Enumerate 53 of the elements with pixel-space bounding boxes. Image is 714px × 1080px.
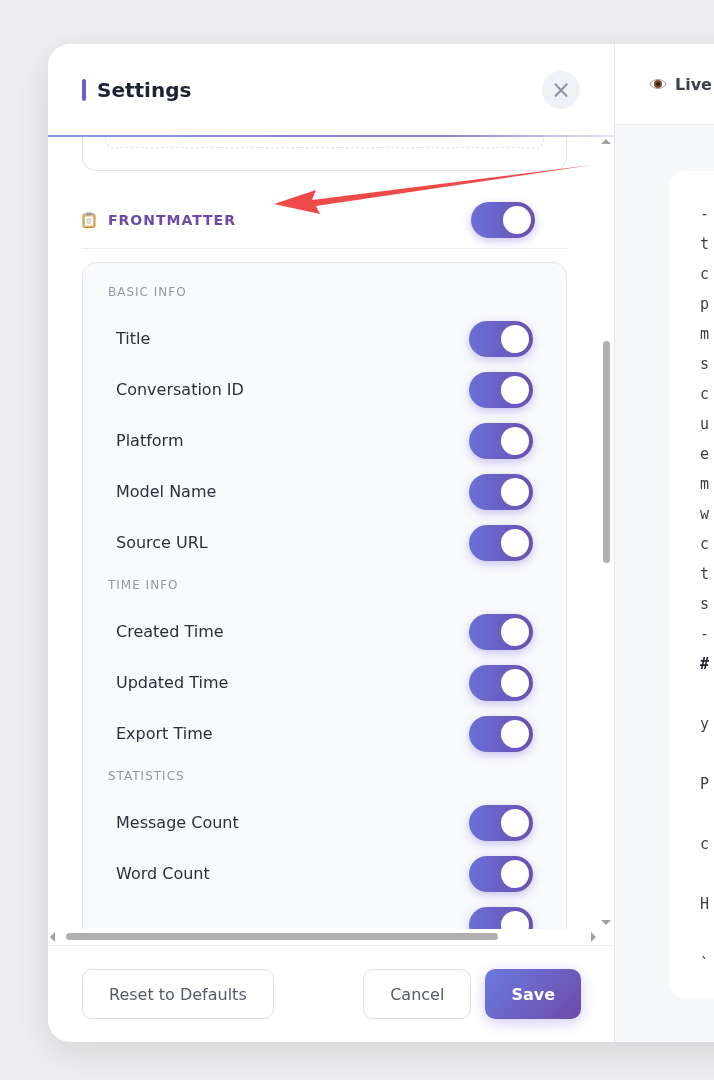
code-line: e: [700, 445, 710, 463]
code-line: H: [700, 895, 710, 913]
eye-icon: [649, 77, 667, 91]
group-label: TIME INFO: [108, 578, 180, 594]
code-line: s: [700, 355, 710, 373]
toggle-switch[interactable]: [469, 371, 533, 408]
toggle-switch[interactable]: [469, 422, 533, 459]
field-label: Title: [116, 329, 152, 348]
field-label: Word Count: [116, 864, 211, 883]
code-line: t: [700, 565, 710, 583]
toggle-switch[interactable]: [469, 804, 533, 841]
code-line: t: [700, 235, 710, 253]
toggle-switch[interactable]: [469, 664, 533, 701]
code-line: -: [700, 205, 710, 223]
field-label: Model Name: [116, 482, 218, 501]
clipboard-icon: [82, 211, 96, 228]
field-label: Updated Time: [116, 673, 230, 692]
code-line: s: [700, 595, 710, 613]
code-line: m: [700, 475, 710, 493]
code-line: y: [700, 715, 710, 733]
dialog-title: Settings: [97, 77, 193, 102]
toggle-switch[interactable]: [469, 855, 533, 892]
field-label: Export Time: [116, 724, 214, 743]
group-label: STATISTICS: [108, 769, 186, 785]
toggle-switch[interactable]: [469, 715, 533, 752]
field-label: Message Count: [116, 813, 240, 832]
toggle-switch[interactable]: [469, 524, 533, 561]
code-line: p: [700, 295, 710, 313]
toggle-switch[interactable]: [469, 473, 533, 510]
preview-title: Live: [675, 74, 712, 94]
code-line: m: [700, 325, 710, 343]
section-title: FRONTMATTER: [108, 211, 237, 228]
code-line: c: [700, 535, 710, 553]
field-label: Created Time: [116, 622, 225, 641]
toggle-switch[interactable]: [469, 320, 533, 357]
cancel-button[interactable]: Cancel: [363, 969, 472, 1019]
code-line: c: [700, 835, 710, 853]
code-line: P: [700, 775, 710, 793]
field-label: Source URL: [116, 533, 209, 552]
toggle-switch[interactable]: [471, 201, 535, 238]
field-label: Conversation ID: [116, 380, 245, 399]
code-line: #: [700, 655, 710, 673]
code-line: -: [700, 625, 710, 643]
code-line: `: [700, 955, 710, 973]
group-label: BASIC INFO: [108, 285, 188, 301]
code-line: u: [700, 415, 710, 433]
field-label: Platform: [116, 431, 185, 450]
toggle-switch[interactable]: [469, 613, 533, 650]
code-line: c: [700, 265, 710, 283]
reset-button[interactable]: Reset to Defaults: [82, 969, 274, 1019]
save-button[interactable]: Save: [485, 969, 581, 1019]
code-line: c: [700, 385, 710, 403]
code-line: w: [700, 505, 710, 523]
